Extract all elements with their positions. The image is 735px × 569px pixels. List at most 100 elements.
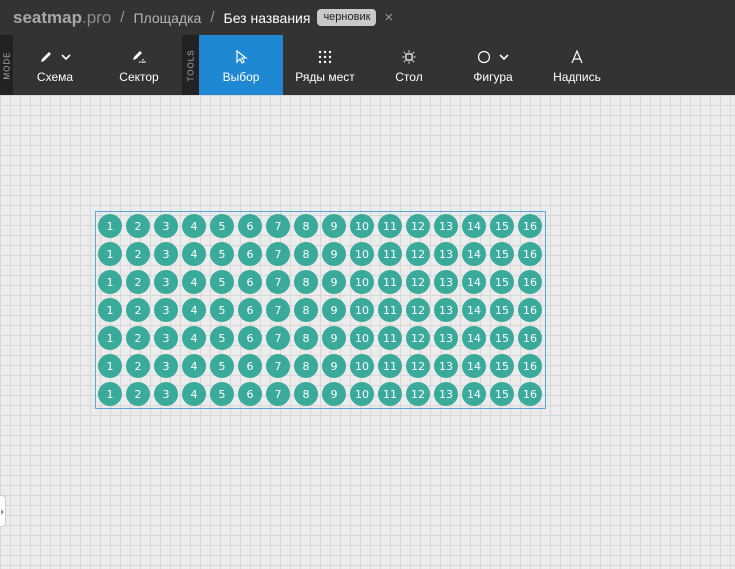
seat[interactable]: 9 [322,326,346,350]
seat[interactable]: 7 [266,382,290,406]
seat[interactable]: 14 [462,298,486,322]
seat[interactable]: 2 [126,214,150,238]
seat[interactable]: 15 [490,270,514,294]
seat[interactable]: 16 [518,298,542,322]
seat[interactable]: 8 [294,214,318,238]
seat[interactable]: 13 [434,382,458,406]
seat[interactable]: 6 [238,298,262,322]
seat[interactable]: 5 [210,326,234,350]
seat[interactable]: 9 [322,270,346,294]
seat[interactable]: 16 [518,382,542,406]
breadcrumb-current[interactable]: Без названия [224,10,311,26]
seat[interactable]: 8 [294,354,318,378]
seat[interactable]: 1 [98,242,122,266]
seat[interactable]: 3 [154,214,178,238]
seat[interactable]: 10 [350,298,374,322]
seat[interactable]: 7 [266,242,290,266]
seat[interactable]: 3 [154,382,178,406]
seat-row[interactable]: 1 2 3 4 5 6 7 8 9 10 11 12 13 14 15 16 [96,326,545,350]
seat[interactable]: 7 [266,270,290,294]
seat[interactable]: 6 [238,326,262,350]
seat[interactable]: 6 [238,382,262,406]
seat-row[interactable]: 1 2 3 4 5 6 7 8 9 10 11 12 13 14 15 16 [96,298,545,322]
seat[interactable]: 11 [378,382,402,406]
seat[interactable]: 3 [154,354,178,378]
seat[interactable]: 9 [322,382,346,406]
seat[interactable]: 4 [182,298,206,322]
seat[interactable]: 8 [294,298,318,322]
seat[interactable]: 4 [182,242,206,266]
seat[interactable]: 4 [182,354,206,378]
seat[interactable]: 14 [462,326,486,350]
seat[interactable]: 14 [462,270,486,294]
seat-row[interactable]: 1 2 3 4 5 6 7 8 9 10 11 12 13 14 15 16 [96,270,545,294]
seat[interactable]: 12 [406,354,430,378]
seat[interactable]: 4 [182,382,206,406]
canvas[interactable]: 1 2 3 4 5 6 7 8 9 10 11 12 13 14 15 16 1 2 3 4 5 6 7 8 9 10 11 12 13… [0,95,735,569]
seat[interactable]: 11 [378,354,402,378]
seat[interactable]: 3 [154,270,178,294]
seat[interactable]: 5 [210,214,234,238]
selection-box[interactable]: 1 2 3 4 5 6 7 8 9 10 11 12 13 14 15 16 1 2 3 4 5 6 7 8 9 10 11 12 13… [95,211,546,409]
seat-row[interactable]: 1 2 3 4 5 6 7 8 9 10 11 12 13 14 15 16 [96,382,545,406]
seat[interactable]: 7 [266,298,290,322]
seat[interactable]: 1 [98,214,122,238]
seat[interactable]: 10 [350,382,374,406]
tool-table-button[interactable]: Стол [367,35,451,95]
seat[interactable]: 12 [406,214,430,238]
seat[interactable]: 15 [490,354,514,378]
seat[interactable]: 12 [406,298,430,322]
seat[interactable]: 2 [126,298,150,322]
seat[interactable]: 2 [126,270,150,294]
seat[interactable]: 16 [518,326,542,350]
seat[interactable]: 16 [518,270,542,294]
seat[interactable]: 12 [406,270,430,294]
seat[interactable]: 5 [210,298,234,322]
seat[interactable]: 6 [238,354,262,378]
seat[interactable]: 14 [462,242,486,266]
logo[interactable]: seatmap.pro [13,8,111,28]
seat[interactable]: 2 [126,382,150,406]
seat[interactable]: 5 [210,382,234,406]
seat[interactable]: 3 [154,298,178,322]
seat[interactable]: 8 [294,382,318,406]
seat[interactable]: 1 [98,382,122,406]
seat-row[interactable]: 1 2 3 4 5 6 7 8 9 10 11 12 13 14 15 16 [96,242,545,266]
seat[interactable]: 1 [98,326,122,350]
seat[interactable]: 11 [378,270,402,294]
seat[interactable]: 13 [434,270,458,294]
seat[interactable]: 13 [434,354,458,378]
seat[interactable]: 15 [490,382,514,406]
seat[interactable]: 16 [518,214,542,238]
seat[interactable]: 15 [490,214,514,238]
close-icon[interactable]: × [384,9,393,26]
seat[interactable]: 14 [462,354,486,378]
seat[interactable]: 4 [182,270,206,294]
seat[interactable]: 6 [238,242,262,266]
seat[interactable]: 14 [462,382,486,406]
mode-sector-button[interactable]: Сектор [97,35,181,95]
seat[interactable]: 15 [490,242,514,266]
seat[interactable]: 9 [322,354,346,378]
seat[interactable]: 13 [434,326,458,350]
seat[interactable]: 7 [266,326,290,350]
seat[interactable]: 11 [378,326,402,350]
seat[interactable]: 9 [322,298,346,322]
seat[interactable]: 10 [350,354,374,378]
seat[interactable]: 8 [294,242,318,266]
seat[interactable]: 15 [490,298,514,322]
tool-select-button[interactable]: Выбор [199,35,283,95]
seat[interactable]: 11 [378,298,402,322]
seat[interactable]: 13 [434,242,458,266]
seat[interactable]: 5 [210,242,234,266]
seat[interactable]: 13 [434,298,458,322]
seat[interactable]: 8 [294,326,318,350]
seat[interactable]: 7 [266,214,290,238]
seat[interactable]: 10 [350,214,374,238]
seat[interactable]: 14 [462,214,486,238]
seat[interactable]: 12 [406,382,430,406]
tool-rows-button[interactable]: Ряды мест [283,35,367,95]
seat[interactable]: 12 [406,326,430,350]
seat[interactable]: 12 [406,242,430,266]
seat-row[interactable]: 1 2 3 4 5 6 7 8 9 10 11 12 13 14 15 16 [96,354,545,378]
